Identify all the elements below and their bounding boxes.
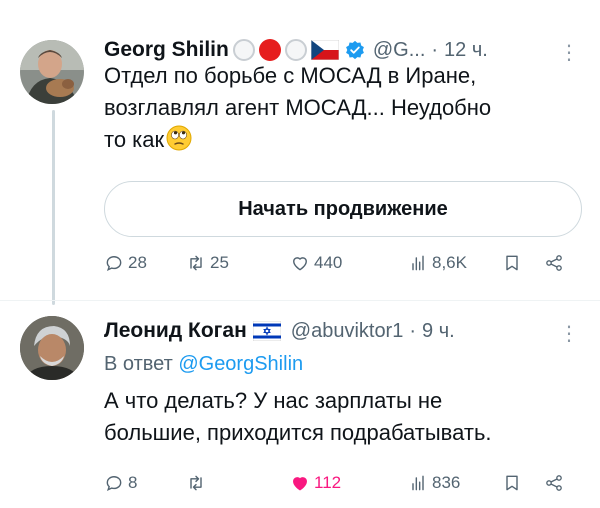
reply-count: 8	[128, 473, 138, 492]
share-icon	[546, 255, 562, 271]
views-count: 836	[432, 473, 461, 492]
tweet-actions: 28 25 440 8,6K	[104, 253, 580, 273]
views-bar-chart-icon	[412, 255, 424, 271]
tweet-leonid-kogan[interactable]: Леонид Коган @abuviktor1 · 9 ч. ⋮ В отве…	[0, 300, 600, 508]
views-button[interactable]: 836	[408, 473, 502, 493]
reply-button[interactable]: 28	[104, 253, 186, 273]
reply-bubble-icon	[106, 476, 122, 491]
face-with-rolling-eyes-emoji	[166, 125, 192, 151]
retweet-icon	[190, 255, 202, 271]
tweet-timestamp[interactable]: 12 ч.	[444, 39, 488, 62]
retweet-icon	[190, 475, 202, 491]
reply-prefix: В ответ	[104, 353, 173, 375]
tweet-text-line: А что делать? У нас зарплаты не	[104, 388, 443, 413]
reply-count: 28	[128, 253, 147, 272]
like-count: 440	[314, 253, 343, 272]
separator-dot: ·	[409, 319, 417, 342]
tweet-text: А что делать? У нас зарплаты не большие,…	[104, 385, 574, 449]
share-button[interactable]	[544, 253, 564, 273]
views-count: 8,6K	[432, 253, 467, 272]
views-button[interactable]: 8,6K	[408, 253, 502, 273]
tweet-actions: 8 112 836	[104, 473, 580, 493]
author-name[interactable]: Леонид Коган	[104, 319, 247, 343]
bookmark-button[interactable]	[502, 253, 544, 273]
separator-dot: ·	[431, 38, 439, 61]
tweet-text-line: то как	[104, 124, 574, 156]
bookmark-button[interactable]	[502, 473, 544, 493]
author-handle[interactable]: @abuviktor1	[291, 320, 404, 343]
red-circle-emoji	[258, 39, 281, 61]
tweet-text: Отдел по борьбе с МОСАД в Иране, возглав…	[104, 60, 574, 156]
tweet-text-line: большие, приходится подрабатывать.	[104, 420, 492, 445]
bookmark-icon	[506, 475, 518, 491]
tweet-timestamp[interactable]: 9 ч.	[422, 320, 455, 343]
share-button[interactable]	[544, 473, 564, 493]
czech-flag-emoji	[310, 40, 339, 60]
israel-flag-emoji	[252, 321, 281, 341]
like-button[interactable]: 112	[290, 473, 408, 493]
tweet-header: Леонид Коган @abuviktor1 · 9 ч.	[104, 319, 455, 343]
bookmark-icon	[506, 255, 518, 271]
retweet-button[interactable]	[186, 473, 290, 493]
author-name[interactable]: Georg Shilin	[104, 38, 229, 62]
white-circle-emoji	[232, 39, 255, 61]
retweet-count: 25	[210, 253, 229, 272]
tweet-text-line: Отдел по борьбе с МОСАД в Иране,	[104, 63, 477, 88]
author-handle[interactable]: @G...	[373, 39, 426, 62]
reply-button[interactable]: 8	[104, 473, 186, 493]
avatar[interactable]	[20, 316, 84, 380]
avatar[interactable]	[20, 40, 84, 104]
more-dots-icon[interactable]: ⋮	[559, 321, 579, 346]
heart-icon	[293, 257, 307, 271]
retweet-button[interactable]: 25	[186, 253, 290, 273]
reply-context: В ответ @GeorgShilin	[104, 353, 303, 376]
reply-bubble-icon	[106, 256, 122, 271]
views-bar-chart-icon	[412, 475, 424, 491]
verified-badge-icon	[345, 40, 364, 60]
tweet-text-line: возглавлял агент МОСАД... Неудобно	[104, 95, 492, 120]
heart-icon	[293, 477, 307, 491]
share-icon	[546, 475, 562, 491]
tweet-georg-shilin[interactable]: Georg Shilin @G... · 12 ч. ⋮ Отдел по бо…	[0, 0, 600, 300]
like-count: 112	[314, 473, 342, 492]
like-button[interactable]: 440	[290, 253, 408, 273]
white-circle-emoji	[284, 39, 307, 61]
tweet-header: Georg Shilin @G... · 12 ч.	[104, 38, 488, 62]
promote-button[interactable]: Начать продвижение	[104, 181, 582, 237]
tweet-text-fragment: то как	[104, 127, 165, 152]
reply-mention-link[interactable]: @GeorgShilin	[178, 353, 303, 375]
